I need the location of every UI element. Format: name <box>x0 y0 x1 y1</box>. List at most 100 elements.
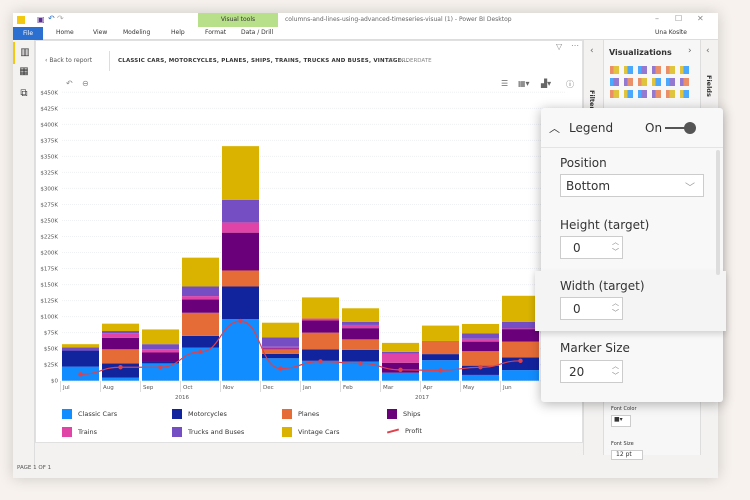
visual-type-icon[interactable] <box>610 90 619 98</box>
maximize-button[interactable]: ☐ <box>675 14 682 23</box>
visual-type-icon[interactable] <box>652 90 661 98</box>
visual-type-icon[interactable] <box>638 90 647 98</box>
legend-item[interactable]: Vintage Cars <box>282 427 340 437</box>
collapse-icon[interactable]: ‹ <box>590 46 594 56</box>
visual-type-icon[interactable] <box>624 90 633 98</box>
visual-type-icon[interactable] <box>638 78 647 86</box>
zoom-out-icon[interactable]: ⊖ <box>82 79 89 88</box>
chart-type-icon[interactable]: ▟▾ <box>541 79 551 88</box>
undo-icon[interactable]: ↶ <box>48 14 55 23</box>
legend-label: Motorcycles <box>188 410 227 418</box>
model-view-icon[interactable]: ⧉ <box>13 88 35 108</box>
info-icon[interactable]: ⓘ <box>566 79 574 90</box>
visual-type-icon[interactable] <box>680 90 689 98</box>
legend-item[interactable]: Ships <box>387 409 421 419</box>
legend-header[interactable]: ︿ Legend On <box>541 108 723 148</box>
more-options-icon[interactable]: ⋯ <box>571 41 579 50</box>
width-row: Width (target) 0 ︿ ﹀ <box>535 271 726 331</box>
legend-swatch <box>282 427 292 437</box>
by-label: BY ORDERDATE <box>389 58 432 64</box>
minimize-button[interactable]: – <box>655 14 659 23</box>
back-label: Back to report <box>49 57 93 64</box>
toggle-label: On <box>645 121 663 135</box>
window-title: columns-and-lines-using-advanced-timeser… <box>285 16 512 23</box>
legend-item[interactable]: Motorcycles <box>172 409 227 419</box>
tab-home[interactable]: Home <box>56 29 74 36</box>
visual-type-icon[interactable] <box>666 66 675 74</box>
visual-type-icon[interactable] <box>638 66 647 74</box>
visual-type-icon[interactable] <box>666 78 675 86</box>
legend-toggle[interactable] <box>665 122 696 134</box>
chevron-up-icon[interactable]: ︿ <box>549 120 560 136</box>
visual-title: CLASSIC CARS, MOTORCYCLES, PLANES, SHIPS… <box>118 58 409 64</box>
left-nav: ▥ ▦ ⧉ <box>13 40 35 468</box>
width-label: Width (target) <box>560 279 645 293</box>
width-value: 0 <box>573 302 581 316</box>
back-to-report-button[interactable]: ‹ Back to report <box>45 57 92 64</box>
height-label: Height (target) <box>560 218 650 232</box>
font-size-input[interactable]: 12 pt <box>611 450 643 460</box>
visual-type-icon[interactable] <box>666 90 675 98</box>
expand-icon[interactable]: › <box>688 46 692 56</box>
position-dropdown[interactable]: Bottom ﹀ <box>560 174 704 197</box>
drill-up-icon[interactable]: ↶ <box>66 79 73 88</box>
visual-type-icon[interactable] <box>624 78 633 86</box>
stepper-arrows-icon[interactable]: ︿ ﹀ <box>612 361 619 381</box>
tab-file[interactable]: File <box>13 27 43 40</box>
user-name[interactable]: Una Koslte <box>655 29 687 36</box>
font-color-label: Font Color <box>611 406 637 412</box>
divider <box>109 51 110 71</box>
font-color-picker[interactable]: ■▾ <box>611 415 631 427</box>
fields-label[interactable]: Fields <box>705 75 713 97</box>
marker-size-value: 20 <box>569 365 585 379</box>
powerbi-logo-icon <box>17 16 25 24</box>
visual-card: ‹ Back to report CLASSIC CARS, MOTORCYCL… <box>35 40 583 443</box>
filter-icon[interactable]: ▽ <box>556 42 562 51</box>
collapse-icon[interactable]: ‹ <box>706 46 710 56</box>
visual-type-icon[interactable] <box>680 78 689 86</box>
legend-title: Legend <box>569 121 614 135</box>
stepper-arrows-icon[interactable]: ︿ ﹀ <box>612 237 619 257</box>
tab-view[interactable]: View <box>93 29 107 36</box>
legend-settings-popup: ︿ Legend On Position Bottom ﹀ Height (ta… <box>535 108 726 402</box>
line-marker-icon <box>386 428 400 434</box>
legend-item[interactable]: Profit <box>386 427 422 435</box>
tab-data-drill[interactable]: Data / Drill <box>241 29 273 36</box>
calendar-icon[interactable]: ▦▾ <box>518 79 530 88</box>
tab-help[interactable]: Help <box>171 29 185 36</box>
visual-type-icon[interactable] <box>680 66 689 74</box>
height-stepper[interactable]: 0 ︿ ﹀ <box>560 236 623 259</box>
stepper-arrows-icon[interactable]: ︿ ﹀ <box>612 298 619 318</box>
visual-type-icon[interactable] <box>610 66 619 74</box>
legend-label: Planes <box>298 410 320 418</box>
legend-label: Profit <box>405 427 422 435</box>
scrollbar[interactable] <box>716 150 720 275</box>
report-view-icon[interactable]: ▥ <box>13 42 35 64</box>
legend-label: Trains <box>78 428 97 436</box>
tab-modeling[interactable]: Modeling <box>123 29 150 36</box>
legend-swatch <box>282 409 292 419</box>
redo-icon[interactable]: ↷ <box>57 14 64 23</box>
visual-type-icon[interactable] <box>652 78 661 86</box>
page-indicator: PAGE 1 OF 1 <box>17 465 52 471</box>
tab-format[interactable]: Format <box>205 29 226 36</box>
close-button[interactable]: ✕ <box>697 14 704 23</box>
legend-swatch <box>172 427 182 437</box>
visual-type-icon[interactable] <box>624 66 633 74</box>
position-value: Bottom <box>566 179 611 193</box>
font-size-label: Font Size <box>611 441 634 447</box>
legend-item[interactable]: Classic Cars <box>62 409 117 419</box>
legend-item[interactable]: Trucks and Buses <box>172 427 244 437</box>
legend-label: Ships <box>403 410 421 418</box>
list-icon[interactable]: ☰ <box>501 79 508 88</box>
legend-item[interactable]: Planes <box>282 409 319 419</box>
marker-size-stepper[interactable]: 20 ︿ ﹀ <box>560 360 623 383</box>
data-view-icon[interactable]: ▦ <box>13 66 35 86</box>
visual-tools-label: Visual tools <box>198 13 278 27</box>
save-icon[interactable]: ▣ <box>37 15 45 24</box>
visual-type-icon[interactable] <box>610 78 619 86</box>
chevron-down-icon: ﹀ <box>685 183 695 194</box>
legend-item[interactable]: Trains <box>62 427 97 437</box>
visual-type-icon[interactable] <box>652 66 661 74</box>
width-stepper[interactable]: 0 ︿ ﹀ <box>560 297 623 320</box>
